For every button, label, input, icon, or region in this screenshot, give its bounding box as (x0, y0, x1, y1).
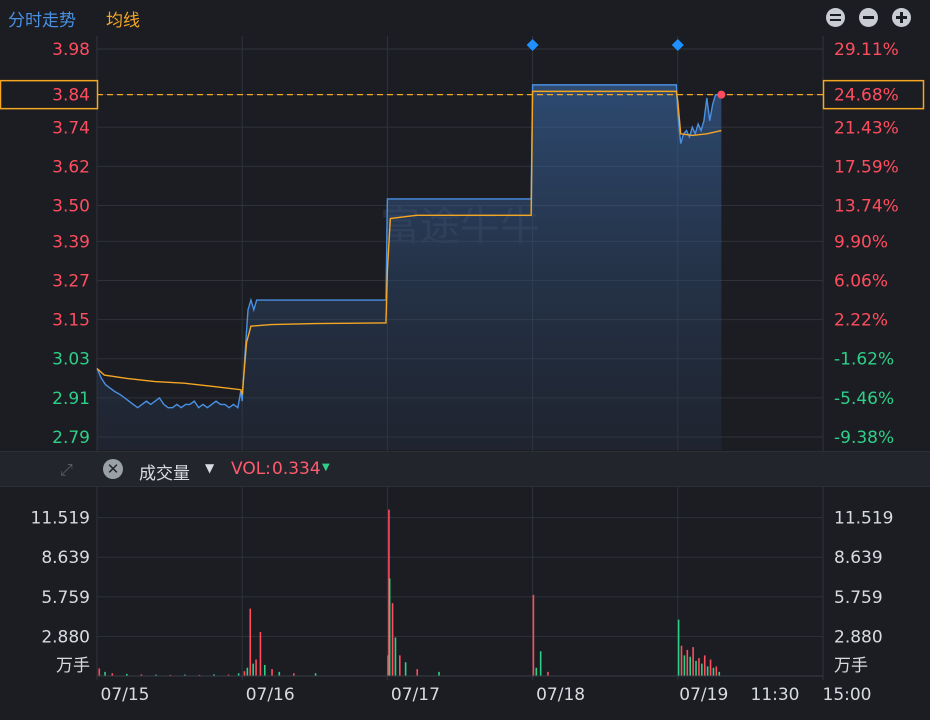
volume-y-tick-right: 5.759 (834, 588, 883, 608)
volume-bar (689, 656, 692, 676)
x-tick: 15:00 (823, 685, 872, 705)
volume-bar (416, 669, 419, 676)
volume-bar (263, 665, 266, 676)
volume-bar (695, 660, 697, 676)
chart-tabs: 分时走势 均线 (0, 0, 930, 36)
volume-bar (677, 619, 680, 676)
volume-bar (246, 667, 249, 676)
volume-unit-left: 万手 (56, 656, 90, 676)
last-price-dot (717, 90, 726, 99)
y-tick-left: 3.15 (52, 311, 90, 331)
y-tick-left: 2.91 (52, 389, 90, 409)
y-tick-right: 2.22% (834, 311, 888, 331)
price-chart: 富途牛牛3.983.743.623.503.393.273.153.032.91… (0, 36, 925, 705)
volume-bar (535, 667, 538, 676)
volume-bar (706, 666, 709, 676)
volume-bar (683, 655, 686, 676)
x-tick: 07/16 (246, 685, 295, 705)
volume-bar (680, 645, 683, 676)
y-tick-right: 6.06% (834, 271, 888, 291)
volume-y-tick-right: 8.639 (834, 548, 883, 568)
y-tick-left: 3.74 (52, 118, 90, 138)
y-tick-right: -9.38% (834, 428, 894, 448)
volume-bar (698, 658, 700, 676)
y-tick-left: 3.39 (52, 232, 90, 252)
y-tick-left: 3.62 (52, 157, 90, 177)
y-tick-right: -5.46% (834, 389, 894, 409)
y-tick-right: -1.62% (834, 350, 894, 370)
y-tick-right: 17.59% (834, 157, 899, 177)
x-tick: 11:30 (751, 685, 800, 705)
volume-bar (252, 663, 254, 676)
plus-icon[interactable] (892, 8, 911, 27)
volume-bar (712, 667, 715, 676)
volume-bar (547, 671, 549, 676)
indicator-select[interactable]: 成交量 (139, 459, 190, 484)
volume-bar (539, 651, 542, 676)
volume-bar (259, 632, 262, 676)
volume-bar (388, 578, 391, 676)
volume-bar (701, 663, 703, 676)
volume-bar (104, 671, 106, 676)
y-tick-right: 9.90% (834, 232, 888, 252)
volume-indicator-bar: ⤢ ✕ 成交量 ▼ VOL: 0.334 ▼ (0, 451, 930, 487)
vol-value: 0.334 (272, 459, 321, 479)
y-tick-left: 3.03 (52, 350, 90, 370)
y-tick-right: 13.74% (834, 197, 899, 217)
x-tick: 07/19 (679, 685, 728, 705)
volume-y-tick-left: 8.639 (41, 548, 90, 568)
vol-label: VOL: (231, 459, 271, 479)
volume-y-tick-right: 2.880 (834, 627, 883, 647)
tab-average[interactable]: 均线 (106, 6, 140, 31)
tab-intraday[interactable]: 分时走势 (8, 6, 76, 31)
volume-bar (243, 671, 246, 676)
volume-bar (98, 668, 101, 676)
y-tick-left: 3.98 (52, 40, 90, 60)
x-tick: 07/18 (536, 685, 585, 705)
volume-bar (399, 655, 401, 676)
volume-bar (391, 603, 394, 676)
y-tick-left: 3.50 (52, 197, 90, 217)
volume-bar (686, 649, 689, 676)
volume-y-tick-left: 2.880 (41, 627, 90, 647)
volume-bar (438, 671, 440, 676)
volume-bar (718, 671, 721, 676)
y-tick-right: 21.43% (834, 118, 899, 138)
volume-bar (692, 647, 694, 676)
volume-y-tick-left: 11.519 (31, 509, 90, 529)
y-tick-left: 3.27 (52, 271, 90, 291)
volume-unit-right: 万手 (834, 656, 868, 676)
x-tick: 07/15 (101, 685, 150, 705)
price-area (97, 84, 722, 451)
caret-down-icon: ▼ (322, 462, 330, 473)
volume-bar (703, 655, 706, 676)
y-tick-right: 29.11% (834, 40, 899, 60)
expand-icon[interactable]: ⤢ (60, 460, 80, 480)
volume-y-tick-right: 11.519 (834, 509, 893, 529)
volume-bar (255, 659, 257, 676)
volume-bar (715, 666, 718, 676)
volume-bar (278, 671, 281, 676)
volume-bar (709, 659, 712, 676)
chevron-down-icon[interactable]: ▼ (205, 461, 214, 475)
minus-icon[interactable] (859, 8, 878, 27)
volume-bar (404, 662, 407, 676)
volume-bar (532, 594, 535, 676)
current-pct-label: 24.68% (834, 86, 899, 106)
close-icon[interactable]: ✕ (103, 459, 123, 479)
volume-bar (394, 637, 397, 676)
current-price-label: 3.84 (52, 86, 90, 106)
volume-bar (249, 608, 252, 676)
volume-bar (271, 669, 273, 676)
list-icon[interactable] (826, 8, 845, 27)
x-tick: 07/17 (391, 685, 440, 705)
volume-y-tick-left: 5.759 (41, 588, 90, 608)
y-tick-left: 2.79 (52, 428, 90, 448)
